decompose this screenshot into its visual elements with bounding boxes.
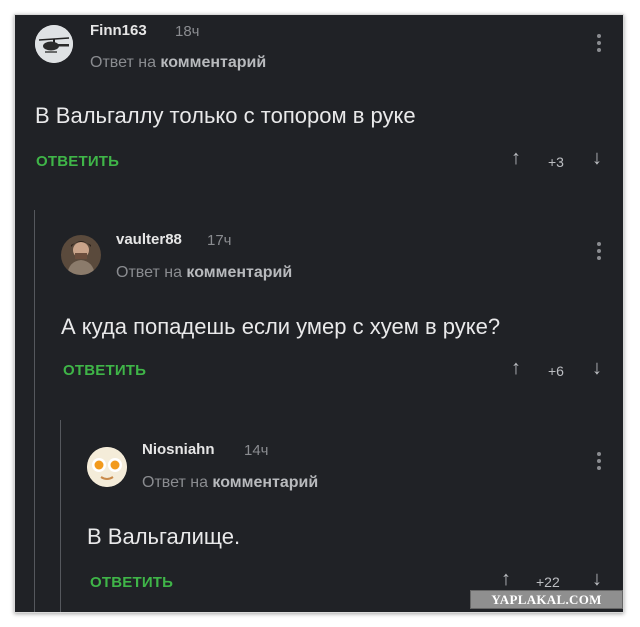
comment-text: В Вальгалище. <box>87 524 241 549</box>
reply-target-link[interactable]: комментарий <box>186 264 292 281</box>
reply-to-label[interactable]: Ответ на комментарий <box>90 54 266 72</box>
more-options-icon[interactable] <box>597 452 601 473</box>
reply-prefix: Ответ на <box>90 54 156 71</box>
reply-target-link[interactable]: комментарий <box>160 54 266 71</box>
watermark: YAPLAKAL.COM <box>470 590 623 609</box>
username[interactable]: vaulter88 <box>116 231 182 248</box>
reply-button[interactable]: ОТВЕТИТЬ <box>63 362 146 379</box>
upvote-arrow-icon[interactable]: ↑ <box>511 357 521 380</box>
timestamp: 18ч <box>175 23 200 40</box>
downvote-arrow-icon[interactable]: ↓ <box>592 147 602 170</box>
username[interactable]: Niosniahn <box>142 441 215 458</box>
score: +6 <box>548 363 564 379</box>
comment-text: А куда попадешь если умер с хуем в руке? <box>61 314 501 339</box>
comment-1: Finn163 18ч Ответ на комментарий В Вальг… <box>15 15 623 205</box>
downvote-arrow-icon[interactable]: ↓ <box>592 357 602 380</box>
username[interactable]: Finn163 <box>90 22 147 39</box>
reply-to-label[interactable]: Ответ на комментарий <box>116 264 292 282</box>
reply-button[interactable]: ОТВЕТИТЬ <box>90 574 173 591</box>
reply-to-label[interactable]: Ответ на комментарий <box>142 474 318 492</box>
downvote-arrow-icon[interactable]: ↓ <box>592 568 602 591</box>
score: +22 <box>536 574 560 590</box>
upvote-arrow-icon[interactable]: ↑ <box>501 568 511 591</box>
person-avatar-icon[interactable] <box>61 235 101 275</box>
reply-prefix: Ответ на <box>142 474 208 491</box>
helicopter-icon[interactable] <box>35 25 73 63</box>
comments-panel: Finn163 18ч Ответ на комментарий В Вальг… <box>14 14 624 613</box>
timestamp: 17ч <box>207 232 232 249</box>
more-options-icon[interactable] <box>597 242 601 263</box>
reply-button[interactable]: ОТВЕТИТЬ <box>36 153 119 170</box>
reply-prefix: Ответ на <box>116 264 182 281</box>
comment-3: Niosniahn 14ч Ответ на комментарий В Вал… <box>15 425 623 612</box>
eggs-icon[interactable] <box>87 447 127 487</box>
upvote-arrow-icon[interactable]: ↑ <box>511 147 521 170</box>
timestamp: 14ч <box>244 442 269 459</box>
comment-2: vaulter88 17ч Ответ на комментарий А куд… <box>15 215 623 415</box>
reply-target-link[interactable]: комментарий <box>212 474 318 491</box>
score: +3 <box>548 154 564 170</box>
more-options-icon[interactable] <box>597 34 601 55</box>
comment-text: В Вальгаллу только с топором в руке <box>35 103 416 128</box>
